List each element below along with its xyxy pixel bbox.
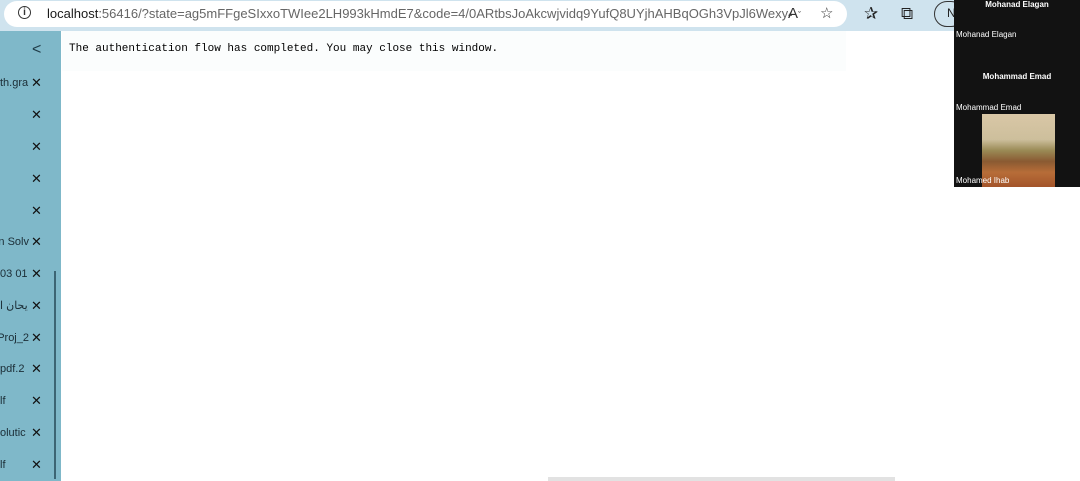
tab-item[interactable]: يحان ا ✕: [0, 290, 61, 322]
participant-name: Mohanad Elagan: [956, 30, 1017, 39]
browser-toolbar: i localhost:56416/?state=ag5mFFgeSIxxoTW…: [0, 0, 1080, 31]
info-icon[interactable]: i: [18, 6, 31, 19]
vertical-tabs-sidebar: < th.gra ✕ ✕ ✕ ✕ ✕ n Solv ✕ 01 03 ✕ يحان…: [0, 31, 61, 481]
close-icon[interactable]: ✕: [31, 449, 42, 481]
close-icon[interactable]: ✕: [31, 290, 42, 322]
read-aloud-icon[interactable]: Aˇ: [788, 5, 801, 24]
tab-item[interactable]: ✕: [0, 195, 61, 227]
close-icon[interactable]: ✕: [31, 131, 42, 163]
close-icon[interactable]: ✕: [31, 99, 42, 131]
tab-label: 2_Proj: [0, 332, 29, 344]
url-host: localhost: [47, 6, 99, 21]
tab-label: [0, 131, 29, 163]
favorite-add-icon[interactable]: ☆: [820, 5, 833, 23]
meeting-participants-panel: Mohanad Elagan Mohanad Elagan Mohammad E…: [954, 0, 1080, 187]
participant-name: Mohammad Emad: [956, 103, 1022, 112]
close-icon[interactable]: ✕: [31, 258, 42, 290]
tab-label: olutic: [0, 427, 26, 439]
tab-item[interactable]: 2_Proj ✕: [0, 322, 61, 354]
close-icon[interactable]: ✕: [31, 385, 42, 417]
close-icon[interactable]: ✕: [31, 226, 42, 258]
collections-icon[interactable]: ⧉: [901, 4, 913, 24]
tab-label: 2.pdf: [0, 363, 25, 375]
url-path: :56416/?state=ag5mFFgeSIxxoTWIee2LH993kH…: [98, 6, 792, 21]
tab-item[interactable]: ✕: [0, 99, 61, 131]
tab-label: [0, 99, 29, 131]
close-icon[interactable]: ✕: [31, 322, 42, 354]
tab-label: th.gra: [0, 77, 29, 89]
tab-item[interactable]: 2.pdf ✕: [0, 353, 61, 385]
tab-item[interactable]: ✕: [0, 163, 61, 195]
tab-item[interactable]: 01 03 ✕: [0, 258, 61, 290]
tab-item[interactable]: th.gra ✕: [0, 67, 61, 99]
participant-name: Mohamed Ihab: [956, 176, 1010, 185]
tab-label: lf: [0, 395, 6, 407]
tab-label: [0, 195, 29, 227]
tab-label: lf: [0, 459, 6, 471]
tab-label: [0, 163, 29, 195]
favorites-icon[interactable]: ✰: [864, 4, 878, 24]
auth-complete-message: The authentication flow has completed. Y…: [69, 43, 499, 55]
tab-item[interactable]: lf ✕: [0, 385, 61, 417]
tab-label: 01 03: [0, 268, 28, 280]
close-icon[interactable]: ✕: [31, 353, 42, 385]
tab-label: n Solv: [0, 236, 29, 248]
url-text[interactable]: localhost:56416/?state=ag5mFFgeSIxxoTWIe…: [47, 6, 792, 21]
chevron-left-icon[interactable]: <: [32, 41, 41, 59]
tab-label: يحان ا: [0, 300, 28, 312]
tab-item[interactable]: olutic ✕: [0, 417, 61, 449]
address-bar[interactable]: i localhost:56416/?state=ag5mFFgeSIxxoTW…: [4, 1, 847, 27]
tab-item[interactable]: ✕: [0, 131, 61, 163]
close-icon[interactable]: ✕: [31, 195, 42, 227]
close-icon[interactable]: ✕: [31, 163, 42, 195]
participant-header: Mohanad Elagan: [985, 0, 1049, 9]
sidebar-scrollbar[interactable]: [54, 271, 56, 479]
tab-item[interactable]: n Solv ✕: [0, 226, 61, 258]
participant-header: Mohammad Emad: [982, 72, 1052, 81]
close-icon[interactable]: ✕: [31, 67, 42, 99]
close-icon[interactable]: ✕: [31, 417, 42, 449]
bottom-scrollbar[interactable]: [548, 477, 895, 481]
tab-item[interactable]: lf ✕: [0, 449, 61, 481]
